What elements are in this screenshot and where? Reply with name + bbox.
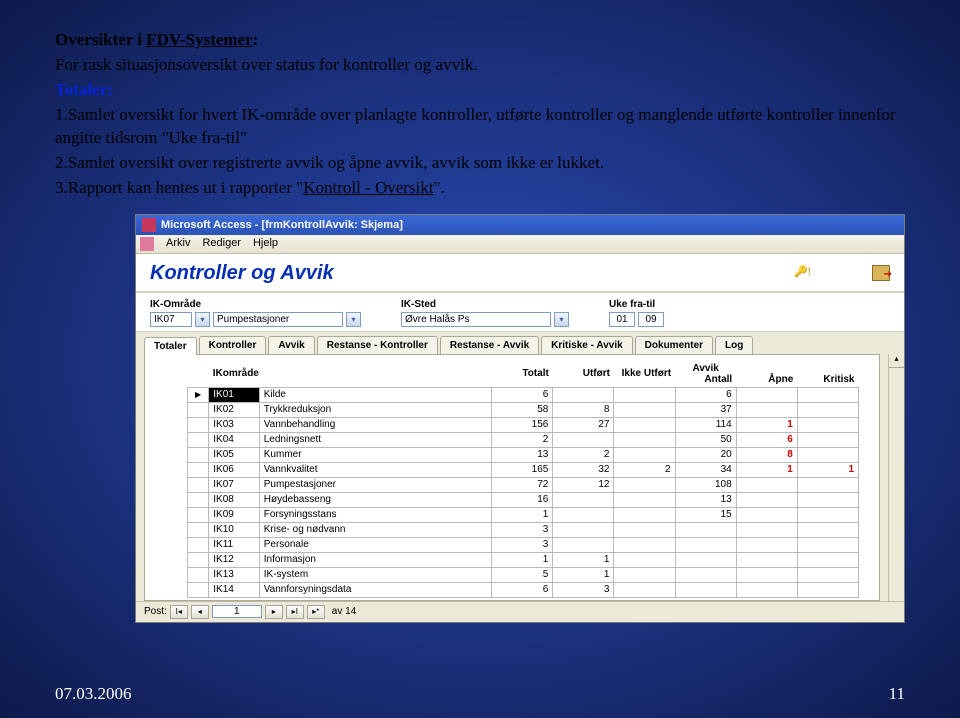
nav-new-icon[interactable]: ▸* [307, 605, 325, 619]
table-row[interactable]: IK14Vannforsyningsdata63 [188, 582, 859, 597]
key-icon[interactable]: 🔑! [794, 265, 812, 281]
point-2: 2.Samlet oversikt over registrerte avvik… [55, 152, 905, 175]
table-row[interactable]: IK07Pumpestasjoner7212108 [188, 477, 859, 492]
tab-kritiske-avvik[interactable]: Kritiske - Avvik [541, 336, 633, 354]
menu-arkiv[interactable]: Arkiv [166, 237, 190, 251]
app-title: Kontroller og Avvik [150, 262, 334, 285]
point-3: 3.Rapport kan hentes ut i rapporter "Kon… [55, 177, 905, 200]
tab-restanse-kontroller[interactable]: Restanse - Kontroller [317, 336, 438, 354]
col-kritisk: Kritisk [797, 361, 858, 388]
table-row[interactable]: IK08Høydebasseng1613 [188, 492, 859, 507]
nav-first-icon[interactable]: I◂ [170, 605, 188, 619]
totaler-label: Totaler: [55, 79, 905, 102]
col-totalt: Totalt [492, 361, 553, 388]
footer-page: 11 [889, 684, 905, 704]
tab-log[interactable]: Log [715, 336, 753, 354]
table-row[interactable]: IK12Informasjon11 [188, 552, 859, 567]
table-row[interactable]: IK04Ledningsnett2506 [188, 432, 859, 447]
uke-from[interactable]: 01 [609, 312, 635, 327]
record-number[interactable]: 1 [212, 605, 262, 618]
nav-prev-icon[interactable]: ◂ [191, 605, 209, 619]
table-row[interactable]: IK09Forsyningsstans115 [188, 507, 859, 522]
table-row[interactable]: IK05Kummer132208 [188, 447, 859, 462]
tab-avvik[interactable]: Avvik [268, 336, 314, 354]
tab-restanse-avvik[interactable]: Restanse - Avvik [440, 336, 539, 354]
table-row[interactable]: IK02Trykkreduksjon58837 [188, 402, 859, 417]
menu-rediger[interactable]: Rediger [202, 237, 241, 251]
col-apne: Åpne [736, 361, 797, 388]
filter-row: IK-Område IK07 ▾ Pumpestasjoner ▾ IK-Ste… [136, 293, 904, 332]
menubar: Arkiv Rediger Hjelp [136, 235, 904, 254]
table-row[interactable]: IK03Vannbehandling156271141 [188, 417, 859, 432]
window-titlebar: Microsoft Access - [frmKontrollAvvik: Sk… [136, 215, 904, 235]
table-row[interactable]: IK01Kilde66 [188, 387, 859, 402]
record-navigator: Post: I◂ ◂ 1 ▸ ▸I ▸* av 14 [136, 601, 904, 622]
exit-door-icon[interactable]: ➔ [872, 265, 890, 281]
heading-lead: Oversikter i [55, 30, 146, 49]
vertical-scrollbar[interactable]: ▴ [888, 354, 904, 601]
table-row[interactable]: IK13IK-system51 [188, 567, 859, 582]
ik-sted-label: IK-Sted [401, 299, 569, 310]
uke-to[interactable]: 09 [638, 312, 664, 327]
tab-totaler[interactable]: Totaler [144, 337, 197, 355]
ik-sted-value[interactable]: Øvre Halås Ps [401, 312, 551, 327]
app-header: Kontroller og Avvik 🔑! ➔ [136, 254, 904, 293]
heading-link: FDV-Systemer [146, 30, 252, 49]
record-total: av 14 [332, 606, 356, 617]
table-row[interactable]: IK06Vannkvalitet1653223411 [188, 462, 859, 477]
ik-omrade-desc[interactable]: Pumpestasjoner [213, 312, 343, 327]
access-icon [142, 218, 156, 232]
col-ikke-utfort: Ikke Utført [614, 361, 675, 388]
table-row[interactable]: IK10Krise- og nødvann3 [188, 522, 859, 537]
data-grid: IKområde Totalt Utført Ikke Utført Avvik… [187, 361, 859, 598]
heading-tail: : [253, 30, 259, 49]
menu-hjelp[interactable]: Hjelp [253, 237, 278, 251]
slide-footer: 07.03.2006 11 [55, 684, 905, 704]
ik-omrade-code[interactable]: IK07 [150, 312, 192, 327]
point-1: 1.Samlet oversikt for hvert IK-område ov… [55, 104, 905, 150]
col-utfort: Utført [553, 361, 614, 388]
post-label: Post: [144, 606, 167, 617]
app-icon [140, 237, 154, 251]
nav-last-icon[interactable]: ▸I [286, 605, 304, 619]
chevron-down-icon[interactable]: ▾ [554, 312, 569, 327]
nav-next-icon[interactable]: ▸ [265, 605, 283, 619]
grid-panel: IKområde Totalt Utført Ikke Utført Avvik… [144, 354, 880, 601]
uke-label: Uke fra-til [609, 299, 664, 310]
ik-omrade-label: IK-Område [150, 299, 361, 310]
access-window: Microsoft Access - [frmKontrollAvvik: Sk… [135, 214, 905, 623]
table-row[interactable]: IK11Personale3 [188, 537, 859, 552]
chevron-down-icon[interactable]: ▾ [346, 312, 361, 327]
col-ikomrade: IKområde [209, 361, 492, 388]
intro-text: For rask situasjonsoversikt over status … [55, 54, 905, 77]
slide-heading: Oversikter i FDV-Systemer: [55, 30, 905, 50]
col-antall: Avvik Antall [675, 361, 736, 388]
footer-date: 07.03.2006 [55, 684, 132, 704]
tab-kontroller[interactable]: Kontroller [199, 336, 267, 354]
window-title: Microsoft Access - [frmKontrollAvvik: Sk… [161, 219, 403, 231]
tab-dokumenter[interactable]: Dokumenter [635, 336, 713, 354]
chevron-down-icon[interactable]: ▾ [195, 312, 210, 327]
tab-strip: TotalerKontrollerAvvikRestanse - Kontrol… [136, 332, 904, 354]
